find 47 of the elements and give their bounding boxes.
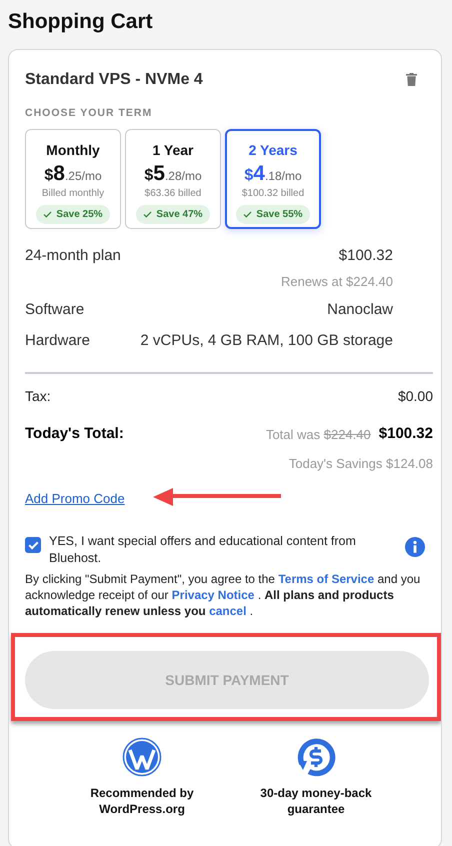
check-icon	[43, 211, 52, 218]
legal-link[interactable]: Privacy Notice	[172, 588, 254, 602]
badge-text: 30-day money-back guarantee	[259, 785, 373, 818]
section-label: CHOOSE YOUR TERM	[25, 106, 154, 120]
check-icon	[243, 211, 252, 218]
page-title: Shopping Cart	[8, 9, 154, 35]
detail-label: Hardware	[25, 330, 90, 351]
savings-badge: Save 25%	[36, 205, 110, 224]
checkbox[interactable]	[25, 536, 41, 553]
billing-text: Billed monthly	[40, 187, 106, 202]
promo-code-link[interactable]: Add Promo Code	[25, 489, 125, 509]
term-label: Monthly	[45, 141, 101, 160]
term-label: 2 Years	[248, 141, 298, 160]
detail-label: Software	[25, 300, 84, 320]
total-value: $100.32	[378, 424, 433, 444]
total-label: Today's Total:	[25, 424, 124, 444]
renewal-note: Renews at $224.40	[280, 272, 393, 291]
check-icon	[143, 211, 152, 218]
detail-label: 24-month plan	[25, 246, 121, 266]
info-icon[interactable]	[405, 536, 425, 557]
term-option[interactable]: 1 Year $5.28/mo $63.36 billed Save 47%	[125, 129, 221, 230]
product-name: Standard VPS - NVMe 4	[25, 70, 203, 90]
previous-total: Total was $224.40	[266, 426, 371, 444]
detail-value: 2 vCPUs, 4 GB RAM, 100 GB storage	[140, 330, 393, 351]
money-back-icon	[296, 737, 336, 778]
badge-text: Recommended by WordPress.org	[89, 785, 195, 818]
tax-label: Tax:	[25, 387, 51, 406]
billing-text: $63.36 billed	[144, 187, 202, 202]
price-text: $4.18/mo	[243, 161, 303, 186]
legal-link[interactable]: cancel	[209, 604, 246, 618]
legal-text: By clicking "Submit Payment", you agree to the Terms of Service and you acknowledge receipt of our Privacy Notice . All plans and products automatically renew unless you cancel .	[25, 570, 422, 620]
term-option[interactable]: 2 Years $4.18/mo $100.32 billed Save 55%	[225, 129, 321, 230]
billing-text: $100.32 billed	[240, 187, 306, 202]
tax-value: $0.00	[398, 387, 433, 406]
savings-text: Today's Savings $124.08	[288, 454, 433, 473]
legal-link[interactable]: Terms of Service	[278, 572, 374, 586]
detail-value: $100.32	[338, 246, 393, 266]
detail-value: Nanoclaw	[327, 300, 393, 320]
term-label: 1 Year	[151, 141, 194, 160]
term-option[interactable]: Monthly $8.25/mo Billed monthly Save 25%	[25, 129, 121, 230]
savings-badge: Save 55%	[236, 205, 310, 224]
logo-icon	[122, 737, 162, 778]
savings-badge: Save 47%	[136, 205, 210, 224]
trash-icon[interactable]	[406, 73, 417, 86]
opt-in-text: YES, I want special offers and educational content from Bluehost.	[49, 532, 357, 566]
price-text: $8.25/mo	[43, 161, 103, 186]
price-text: $5.28/mo	[143, 161, 203, 186]
